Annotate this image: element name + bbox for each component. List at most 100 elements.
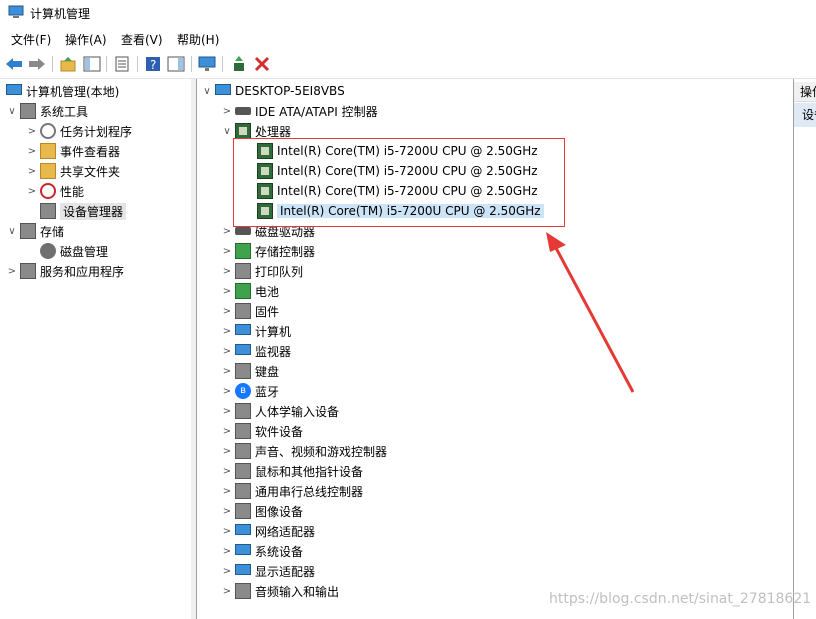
performance-icon <box>40 183 56 199</box>
computer-icon <box>215 84 231 95</box>
tree-item-audio-io[interactable]: > 音频输入和输出 <box>221 581 339 601</box>
up-folder-icon[interactable] <box>58 54 78 74</box>
menu-file[interactable]: 文件(F) <box>11 31 51 48</box>
chevron-right-icon[interactable]: > <box>221 446 233 457</box>
camera-icon <box>235 503 251 519</box>
cpu-item[interactable]: Intel(R) Core(TM) i5-7200U CPU @ 2.50GHz <box>255 181 538 201</box>
chevron-right-icon[interactable]: > <box>26 126 38 137</box>
properties-icon[interactable] <box>112 54 132 74</box>
tree-item-shared-folders[interactable]: > 共享文件夹 <box>26 161 120 181</box>
chevron-right-icon[interactable]: > <box>221 326 233 337</box>
tree-item-software-devices[interactable]: > 软件设备 <box>221 421 303 441</box>
chevron-right-icon[interactable]: > <box>221 366 233 377</box>
ide-controller-icon <box>235 107 251 115</box>
tree-item-firmware[interactable]: > 固件 <box>221 301 279 321</box>
tree-item-storage[interactable]: ∨ 存储 <box>6 221 64 241</box>
tree-item-mice[interactable]: > 鼠标和其他指针设备 <box>221 461 363 481</box>
tree-item-storage-controllers[interactable]: > 存储控制器 <box>221 241 315 261</box>
hid-icon <box>235 403 251 419</box>
tree-item-services-apps[interactable]: > 服务和应用程序 <box>6 261 124 281</box>
chevron-right-icon[interactable]: > <box>221 546 233 557</box>
cpu-item[interactable]: Intel(R) Core(TM) i5-7200U CPU @ 2.50GHz <box>255 161 538 181</box>
tree-item-task-scheduler[interactable]: > 任务计划程序 <box>26 121 132 141</box>
forward-icon[interactable] <box>27 54 47 74</box>
tree-item-hid[interactable]: > 人体学输入设备 <box>221 401 339 421</box>
chevron-right-icon[interactable]: > <box>221 386 233 397</box>
chevron-right-icon[interactable]: > <box>221 106 233 117</box>
menu-action[interactable]: 操作(A) <box>65 31 107 48</box>
chevron-right-icon[interactable]: > <box>221 506 233 517</box>
tree-item-keyboards[interactable]: > 键盘 <box>221 361 279 381</box>
back-icon[interactable] <box>4 54 24 74</box>
tree-item-imaging[interactable]: > 图像设备 <box>221 501 303 521</box>
disk-icon <box>40 243 56 259</box>
chevron-right-icon[interactable]: > <box>6 266 18 277</box>
tree-item-bluetooth[interactable]: > ʙ 蓝牙 <box>221 381 279 401</box>
chevron-right-icon[interactable]: > <box>221 346 233 357</box>
tree-item-system-tools[interactable]: ∨ 系统工具 <box>6 101 88 121</box>
chevron-right-icon[interactable]: > <box>221 566 233 577</box>
computer-management-icon <box>8 5 24 18</box>
storage-icon <box>20 223 36 239</box>
chevron-right-icon[interactable]: > <box>26 166 38 177</box>
clock-icon <box>40 123 56 139</box>
cpu-item[interactable]: Intel(R) Core(TM) i5-7200U CPU @ 2.50GHz <box>255 141 538 161</box>
chevron-down-icon[interactable]: ∨ <box>6 226 18 237</box>
chevron-right-icon[interactable]: > <box>221 486 233 497</box>
chevron-right-icon[interactable]: > <box>221 526 233 537</box>
help-icon[interactable]: ? <box>143 54 163 74</box>
chevron-right-icon[interactable]: > <box>221 306 233 317</box>
tree-item-system-devices[interactable]: > 系统设备 <box>221 541 303 561</box>
tree-item-usb[interactable]: > 通用串行总线控制器 <box>221 481 363 501</box>
chevron-right-icon[interactable]: > <box>26 186 38 197</box>
tree-item-disk-management[interactable]: 磁盘管理 <box>38 241 108 261</box>
chevron-right-icon[interactable]: > <box>221 406 233 417</box>
menu-view[interactable]: 查看(V) <box>121 31 163 48</box>
chevron-down-icon[interactable]: ∨ <box>221 126 233 137</box>
system-device-icon <box>235 544 251 555</box>
tree-item-batteries[interactable]: > 电池 <box>221 281 279 301</box>
chevron-right-icon[interactable]: > <box>26 146 38 157</box>
tree-item-computer-root[interactable]: ∨ DESKTOP-5EI8VBS <box>201 81 345 101</box>
monitor-icon[interactable] <box>197 54 217 74</box>
update-driver-icon[interactable] <box>229 54 249 74</box>
tree-item-ide[interactable]: > IDE ATA/ATAPI 控制器 <box>221 101 378 121</box>
tree-item-processors[interactable]: ∨ 处理器 <box>221 121 291 141</box>
chevron-right-icon[interactable]: > <box>221 466 233 477</box>
tree-item-display-adapters[interactable]: > 显示适配器 <box>221 561 315 581</box>
tree-item-performance[interactable]: > 性能 <box>26 181 84 201</box>
window-title: 计算机管理 <box>30 7 91 21</box>
chevron-right-icon[interactable]: > <box>221 226 233 237</box>
tree-item-event-viewer[interactable]: > 事件查看器 <box>26 141 120 161</box>
chevron-right-icon[interactable]: > <box>221 266 233 277</box>
tree-item-sound[interactable]: > 声音、视频和游戏控制器 <box>221 441 387 461</box>
tree-item-monitors[interactable]: > 监视器 <box>221 341 291 361</box>
tree-item-computer-management[interactable]: 计算机管理(本地) <box>4 81 119 101</box>
mouse-icon <box>235 463 251 479</box>
chevron-right-icon[interactable]: > <box>221 586 233 597</box>
tree-item-computer[interactable]: > 计算机 <box>221 321 291 341</box>
toolbar: ? <box>0 50 816 79</box>
tree-item-device-manager[interactable]: 设备管理器 <box>38 201 127 221</box>
actions-header: 操作 <box>794 82 816 102</box>
speaker-icon <box>235 443 251 459</box>
chevron-right-icon[interactable]: > <box>221 426 233 437</box>
menu-help[interactable]: 帮助(H) <box>177 31 219 48</box>
processor-icon <box>257 203 273 219</box>
processor-icon <box>257 183 273 199</box>
processor-icon <box>257 163 273 179</box>
monitor-icon <box>235 344 251 355</box>
chevron-down-icon[interactable]: ∨ <box>201 86 213 97</box>
actions-device-item[interactable]: 设备 <box>794 103 816 127</box>
tree-item-network[interactable]: > 网络适配器 <box>221 521 315 541</box>
chevron-right-icon[interactable]: > <box>221 286 233 297</box>
show-hide-tree-icon[interactable] <box>82 54 102 74</box>
tree-item-disk-drives[interactable]: > 磁盘驱动器 <box>221 221 315 241</box>
uninstall-icon[interactable] <box>252 54 272 74</box>
action-pane-icon[interactable] <box>166 54 186 74</box>
chevron-right-icon[interactable]: > <box>221 246 233 257</box>
chevron-down-icon[interactable]: ∨ <box>6 106 18 117</box>
cpu-item-selected[interactable]: Intel(R) Core(TM) i5-7200U CPU @ 2.50GHz <box>255 201 544 221</box>
device-tree: ∨ DESKTOP-5EI8VBS > IDE ATA/ATAPI 控制器 ∨ … <box>196 79 794 619</box>
tree-item-print-queues[interactable]: > 打印队列 <box>221 261 303 281</box>
